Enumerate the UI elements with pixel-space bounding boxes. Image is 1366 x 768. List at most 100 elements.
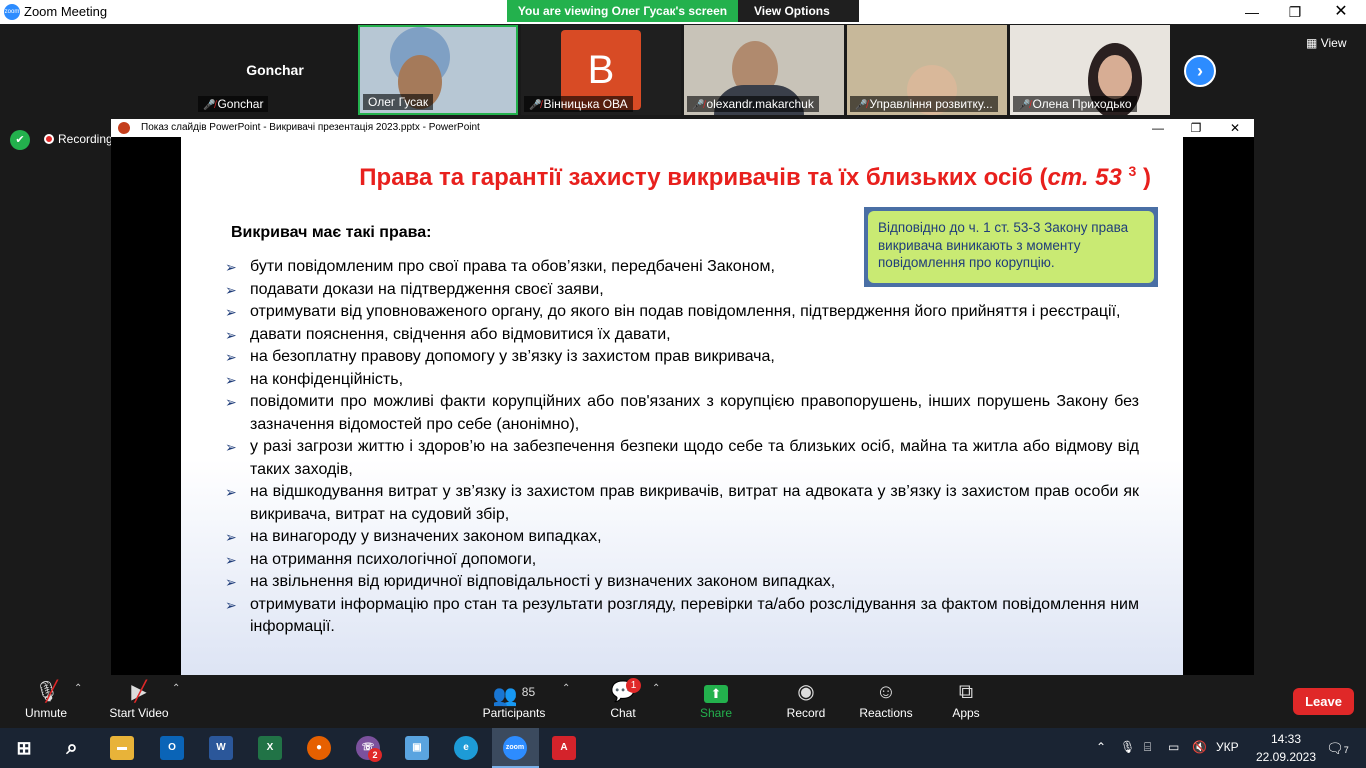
- list-item: на безоплатну правову допомогу у зв’язку…: [225, 346, 1139, 369]
- apps-label: Apps: [952, 706, 980, 720]
- participant-name-tag: 🎤̸ Вінницька ОВА: [524, 96, 633, 112]
- list-item: бути повідомленим про свої права та обов…: [225, 256, 1139, 279]
- list-item: отримувати інформацію про стан та резуль…: [225, 594, 1139, 639]
- security-shield-icon[interactable]: ✔: [10, 130, 30, 150]
- view-label: View: [1320, 36, 1347, 50]
- muted-mic-icon: 🎤̸: [692, 100, 705, 111]
- view-options-button[interactable]: View Options ⌄: [738, 0, 859, 40]
- clock-date[interactable]: 22.09.2023: [1255, 750, 1317, 764]
- list-item: повідомити про можливі факти корупційних…: [225, 391, 1139, 436]
- video-options-caret-icon[interactable]: ⌃: [172, 683, 180, 694]
- viewing-message: You are viewing Олег Гусак's screen: [507, 0, 738, 22]
- zoom-taskbar-button[interactable]: zoom: [492, 728, 539, 768]
- participants-label: Participants: [482, 706, 546, 720]
- word-icon[interactable]: W: [209, 736, 233, 760]
- muted-mic-icon: 🎤̸: [203, 100, 216, 111]
- grid-icon: ▦: [1306, 36, 1318, 50]
- meeting-toolbar: 🎙╱ Unmute ⌃ ▶╱ Start Video ⌃ 👥 85 Participan…: [0, 675, 1366, 740]
- close-button[interactable]: ✕: [1318, 0, 1364, 24]
- participant-tile[interactable]: 🎤̸ olexandr.makarchuk: [684, 25, 844, 115]
- presentation-slide: Права та гарантії захисту викривачів та …: [181, 137, 1183, 675]
- network-icon[interactable]: ⌸: [1144, 740, 1151, 755]
- powerpoint-icon: [118, 122, 130, 134]
- control-panel-icon[interactable]: ▣: [405, 736, 429, 760]
- muted-mic-icon: 🎤̸: [855, 100, 868, 111]
- slide-title-end: ): [1136, 164, 1151, 191]
- reactions-label: Reactions: [859, 706, 913, 720]
- participant-tile[interactable]: 🎤̸ Олена Приходько: [1010, 25, 1170, 115]
- participant-name-tag: 🎤̸ Gonchar: [198, 96, 269, 112]
- reactions-button[interactable]: ☺ Reactions: [858, 675, 914, 728]
- firefox-icon[interactable]: ●: [307, 736, 331, 760]
- microphone-tray-icon[interactable]: 🎙: [1120, 740, 1135, 754]
- excel-icon[interactable]: X: [258, 736, 282, 760]
- ppt-restore-icon: ❐: [1190, 121, 1202, 135]
- minimize-icon: —: [1245, 4, 1259, 20]
- recording-indicator[interactable]: Recording: [44, 130, 113, 148]
- list-item: давати пояснення, свідчення або відмовит…: [225, 324, 1139, 347]
- participant-tile-active[interactable]: Олег Гусак: [358, 25, 518, 115]
- record-label: Record: [786, 706, 826, 720]
- apps-icon: ⧉: [958, 681, 974, 703]
- record-button[interactable]: ◉ Record: [786, 675, 826, 728]
- participant-tile[interactable]: B 🎤̸ Вінницька ОВА: [521, 25, 681, 115]
- slide-title-ref: ст. 53: [1047, 164, 1122, 191]
- restore-icon: ❐: [1288, 4, 1302, 20]
- participant-tile[interactable]: 🎤̸ Управління розвитку...: [847, 25, 1007, 115]
- apps-button[interactable]: ⧉ Apps: [948, 675, 984, 728]
- chevron-right-icon: ›: [1197, 61, 1203, 81]
- participants-caret-icon[interactable]: ⌃: [562, 683, 570, 694]
- chat-label: Chat: [610, 706, 636, 720]
- participants-button[interactable]: 👥 85 Participants: [480, 675, 548, 728]
- language-indicator[interactable]: УКР: [1216, 740, 1239, 754]
- maximize-button[interactable]: ❐: [1272, 0, 1318, 24]
- slide-title: Права та гарантії захисту викривачів та …: [281, 163, 1151, 192]
- list-item: у разі загрози життю і здоров’ю на забез…: [225, 436, 1139, 481]
- muted-mic-icon: 🎤̸: [1018, 100, 1031, 111]
- minimize-button[interactable]: —: [1229, 0, 1275, 24]
- list-item: на відшкодування витрат у зв’язку із зах…: [225, 481, 1139, 526]
- participants-icon: 👥 85: [492, 685, 536, 707]
- view-button[interactable]: ▦ View: [1306, 36, 1346, 50]
- start-video-button[interactable]: ▶╱ Start Video: [106, 675, 172, 728]
- leave-button[interactable]: Leave: [1293, 688, 1354, 715]
- ppt-close-icon: ✕: [1229, 121, 1241, 135]
- battery-icon[interactable]: ▭: [1168, 740, 1179, 754]
- view-options-label: View Options: [754, 4, 830, 18]
- audio-options-caret-icon[interactable]: ⌃: [74, 683, 82, 694]
- recording-label: Recording: [58, 132, 113, 146]
- participant-name: Управління розвитку...: [869, 97, 993, 111]
- list-item: на отримання психологічної допомоги,: [225, 549, 1139, 572]
- list-item: на конфіденційність,: [225, 369, 1139, 392]
- zoom-icon: zoom: [503, 736, 527, 760]
- video-off-icon: ▶╱: [131, 681, 147, 703]
- participant-name-tag: 🎤̸ olexandr.makarchuk: [687, 96, 819, 112]
- share-screen-icon: ⬆: [680, 675, 752, 703]
- participant-tile[interactable]: Gonchar 🎤̸ Gonchar: [195, 25, 355, 115]
- start-video-label: Start Video: [109, 706, 169, 720]
- volume-muted-icon[interactable]: 🔇: [1192, 740, 1207, 754]
- share-screen-button[interactable]: ⬆Share Screen: [680, 675, 752, 740]
- edge-icon[interactable]: e: [454, 736, 478, 760]
- show-hidden-icons-icon[interactable]: ⌃: [1096, 740, 1106, 754]
- chat-badge: 1: [626, 678, 641, 693]
- search-icon[interactable]: ⌕: [60, 736, 84, 760]
- clock-time[interactable]: 14:33: [1260, 732, 1312, 746]
- participant-name-tag: 🎤̸ Олена Приходько: [1013, 96, 1137, 112]
- chat-button[interactable]: 💬 1 Chat: [606, 675, 641, 728]
- recording-dot-icon: [44, 134, 54, 144]
- acrobat-icon[interactable]: A: [552, 736, 576, 760]
- gallery-next-button[interactable]: ›: [1184, 55, 1216, 87]
- window-title: Zoom Meeting: [24, 4, 108, 19]
- viber-icon[interactable]: ☏ 2: [356, 736, 382, 762]
- participant-name-tag: 🎤̸ Управління розвитку...: [850, 96, 998, 112]
- notifications-icon[interactable]: 🗨7: [1326, 740, 1349, 757]
- windows-start-icon[interactable]: ⊞: [12, 736, 36, 760]
- viewing-banner: You are viewing Олег Гусак's screen View…: [507, 0, 859, 40]
- file-explorer-icon[interactable]: ▬: [110, 736, 134, 760]
- unmute-button[interactable]: 🎙╱ Unmute: [20, 675, 72, 728]
- chat-caret-icon[interactable]: ⌃: [652, 683, 660, 694]
- list-item: на винагороду у визначених законом випад…: [225, 526, 1139, 549]
- outlook-icon[interactable]: O: [160, 736, 184, 760]
- ppt-minimize-icon: —: [1152, 121, 1164, 135]
